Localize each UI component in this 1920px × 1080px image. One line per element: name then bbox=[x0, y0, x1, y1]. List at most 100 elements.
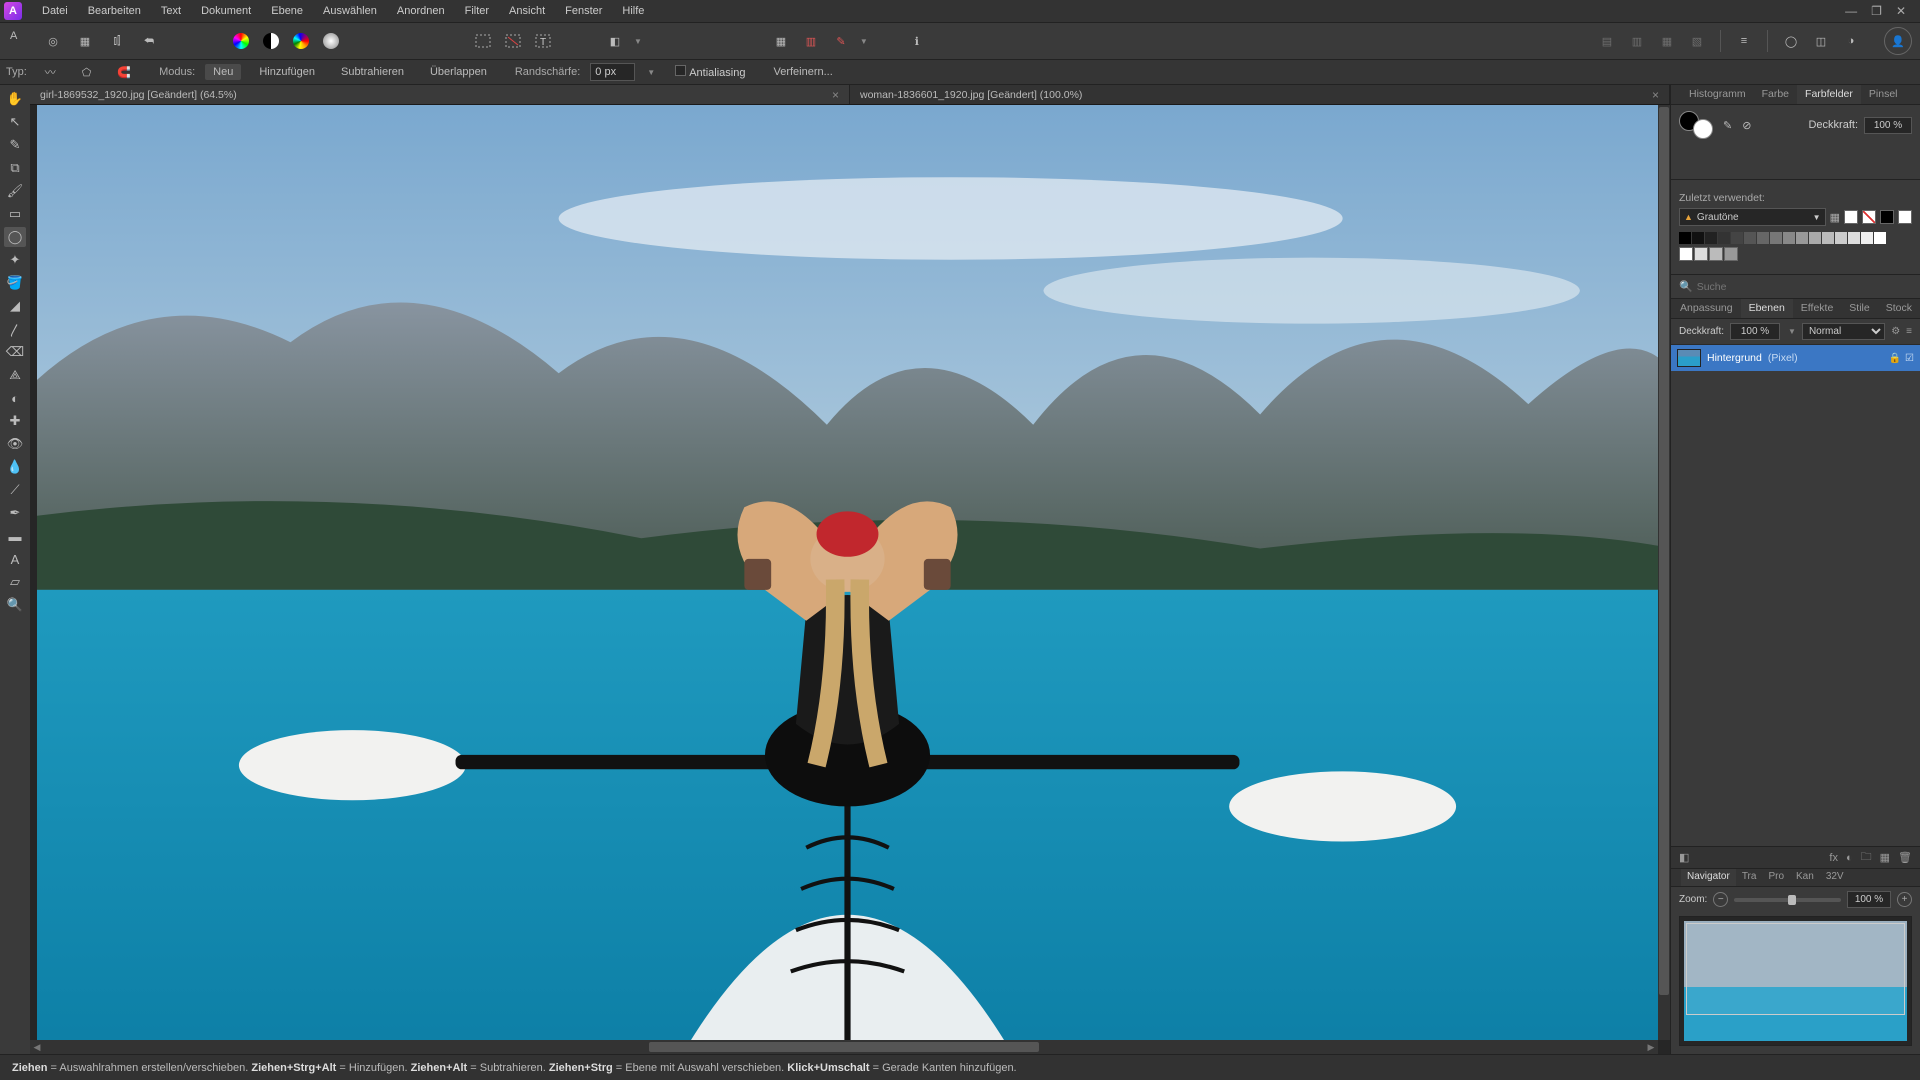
view-dropdown-icon[interactable]: ▼ bbox=[860, 37, 868, 46]
scroll-right-icon[interactable]: ▶ bbox=[1644, 1042, 1658, 1053]
opacity-dropdown-icon[interactable]: ▼ bbox=[1788, 327, 1796, 336]
erase-tool-icon[interactable]: ⌫ bbox=[4, 342, 26, 362]
window-close-icon[interactable]: ✕ bbox=[1896, 4, 1906, 18]
layer-row-hintergrund[interactable]: Hintergrund (Pixel) 🔒 ☑ bbox=[1671, 345, 1920, 371]
type-freehand-icon[interactable]: 〰 bbox=[37, 62, 64, 82]
zoom-slider[interactable] bbox=[1734, 898, 1841, 902]
tab-pinsel[interactable]: Pinsel bbox=[1861, 85, 1906, 104]
dodge-tool-icon[interactable]: ◐ bbox=[4, 388, 26, 408]
tab-anpassung[interactable]: Anpassung bbox=[1672, 299, 1741, 318]
tab-ebenen[interactable]: Ebenen bbox=[1741, 299, 1793, 318]
arrange-icon[interactable]: ≡ bbox=[1731, 28, 1757, 54]
layer-opacity-input[interactable] bbox=[1730, 323, 1780, 340]
swatch[interactable] bbox=[1709, 247, 1723, 261]
menu-dokument[interactable]: Dokument bbox=[191, 2, 261, 20]
selection-text-icon[interactable]: T bbox=[530, 28, 556, 54]
text-tool-icon[interactable]: A bbox=[4, 549, 26, 569]
scrollbar-horizontal[interactable]: ◀ ▶ bbox=[30, 1040, 1658, 1054]
mode-new-button[interactable]: Neu bbox=[205, 64, 241, 80]
add-swatch-current[interactable] bbox=[1898, 210, 1912, 224]
split-view-icon[interactable]: ▥ bbox=[798, 28, 824, 54]
snap3-icon[interactable]: ◑ bbox=[1838, 28, 1864, 54]
quickmask-dropdown-icon[interactable]: ▼ bbox=[634, 37, 642, 46]
rectangle-tool-icon[interactable]: ▬ bbox=[4, 526, 26, 546]
tab-farbe[interactable]: Farbe bbox=[1754, 85, 1797, 104]
menu-ansicht[interactable]: Ansicht bbox=[499, 2, 555, 20]
tab-tra[interactable]: Tra bbox=[1736, 869, 1763, 886]
move-tool-icon[interactable]: ↖ bbox=[4, 112, 26, 132]
feather-dropdown-icon[interactable]: ▼ bbox=[647, 68, 655, 77]
hsl-adjust-icon[interactable] bbox=[288, 28, 314, 54]
hand-tool-icon[interactable]: ✋ bbox=[4, 89, 26, 109]
selection-cross-icon[interactable] bbox=[500, 28, 526, 54]
swatch[interactable] bbox=[1744, 232, 1756, 244]
inpaint-tool-icon[interactable]: ✚ bbox=[4, 411, 26, 431]
swatch[interactable] bbox=[1874, 232, 1886, 244]
feather-input[interactable] bbox=[590, 63, 635, 81]
tab-pro[interactable]: Pro bbox=[1762, 869, 1790, 886]
flood-fill-tool-icon[interactable]: 🪣 bbox=[4, 273, 26, 293]
type-polygon-icon[interactable]: ⬠ bbox=[74, 64, 100, 81]
color-opacity-input[interactable] bbox=[1864, 117, 1912, 134]
selection-brush-tool-icon[interactable]: 🖌 bbox=[4, 181, 26, 201]
add-swatch-black[interactable] bbox=[1880, 210, 1894, 224]
scrollbar-vertical[interactable] bbox=[1658, 105, 1670, 1040]
quickmask-icon[interactable]: ◧ bbox=[602, 28, 628, 54]
swatch[interactable] bbox=[1692, 232, 1704, 244]
color-picker-tool-icon[interactable]: ✎ bbox=[4, 135, 26, 155]
layer-settings-icon[interactable]: ⚙ bbox=[1891, 326, 1900, 337]
clone-tool-icon[interactable]: ⟁ bbox=[4, 365, 26, 385]
eyedropper-icon[interactable]: ✎ bbox=[1723, 119, 1732, 132]
search-input[interactable] bbox=[1697, 281, 1912, 293]
zoom-out-button[interactable]: − bbox=[1713, 892, 1728, 907]
marquee-tool-icon[interactable]: ▭ bbox=[4, 204, 26, 224]
swatch[interactable] bbox=[1770, 232, 1782, 244]
navigator-viewport-rect[interactable] bbox=[1686, 923, 1905, 1015]
align-more-icon[interactable]: ▧ bbox=[1684, 28, 1710, 54]
zoom-tool-icon[interactable]: 🔍 bbox=[4, 595, 26, 615]
document-tab-1[interactable]: girl-1869532_1920.jpg [Geändert] (64.5%)… bbox=[30, 85, 850, 104]
menu-auswaehlen[interactable]: Auswählen bbox=[313, 2, 387, 20]
layer-adjust-icon[interactable]: ◐ bbox=[1846, 852, 1853, 864]
tab-stock[interactable]: Stock bbox=[1878, 299, 1920, 318]
menu-filter[interactable]: Filter bbox=[455, 2, 499, 20]
paintbrush-tool-icon[interactable]: 〳 bbox=[4, 319, 26, 339]
blend-mode-select[interactable]: Normal bbox=[1802, 323, 1885, 340]
swatch[interactable] bbox=[1731, 232, 1743, 244]
account-icon[interactable]: 👤 bbox=[1884, 27, 1912, 55]
swatch[interactable] bbox=[1724, 247, 1738, 261]
export-persona-icon[interactable]: ⮪ bbox=[136, 28, 162, 54]
redeye-tool-icon[interactable]: 👁 bbox=[4, 434, 26, 454]
swatch[interactable] bbox=[1694, 247, 1708, 261]
photo-persona-icon[interactable]: ◎ bbox=[40, 28, 66, 54]
swatch[interactable] bbox=[1796, 232, 1808, 244]
grid-view-icon[interactable]: ▦ bbox=[768, 28, 794, 54]
menu-fenster[interactable]: Fenster bbox=[555, 2, 612, 20]
layer-group-icon[interactable]: 🗀 bbox=[1861, 848, 1872, 867]
color-wheel-icon[interactable] bbox=[228, 28, 254, 54]
mode-subtract-button[interactable]: Subtrahieren bbox=[333, 64, 412, 80]
bw-adjust-icon[interactable] bbox=[258, 28, 284, 54]
app-logo-button[interactable]: A bbox=[8, 28, 34, 54]
mesh-tool-icon[interactable]: ⟋ bbox=[4, 480, 26, 500]
antialias-checkbox[interactable] bbox=[675, 65, 686, 76]
swatch[interactable] bbox=[1783, 232, 1795, 244]
window-maximize-icon[interactable]: ❐ bbox=[1871, 4, 1882, 18]
align-right-icon[interactable]: ▦ bbox=[1654, 28, 1680, 54]
tab-stile[interactable]: Stile bbox=[1841, 299, 1877, 318]
align-left-icon[interactable]: ▤ bbox=[1594, 28, 1620, 54]
menu-datei[interactable]: Datei bbox=[32, 2, 78, 20]
mode-add-button[interactable]: Hinzufügen bbox=[251, 64, 323, 80]
liquify-persona-icon[interactable]: ▦ bbox=[72, 28, 98, 54]
swatch[interactable] bbox=[1757, 232, 1769, 244]
layer-lock-icon[interactable]: 🔒 bbox=[1889, 353, 1901, 364]
selection-rect-icon[interactable] bbox=[470, 28, 496, 54]
menu-hilfe[interactable]: Hilfe bbox=[612, 2, 654, 20]
layer-fx-icon[interactable]: fx bbox=[1829, 852, 1838, 864]
swatch[interactable] bbox=[1718, 232, 1730, 244]
mode-overlap-button[interactable]: Überlappen bbox=[422, 64, 495, 80]
assistant-icon[interactable]: ℹ bbox=[904, 28, 930, 54]
flood-select-tool-icon[interactable]: ✦ bbox=[4, 250, 26, 270]
blur-tool-icon[interactable]: 💧 bbox=[4, 457, 26, 477]
refine-button[interactable]: Verfeinern... bbox=[765, 64, 840, 80]
